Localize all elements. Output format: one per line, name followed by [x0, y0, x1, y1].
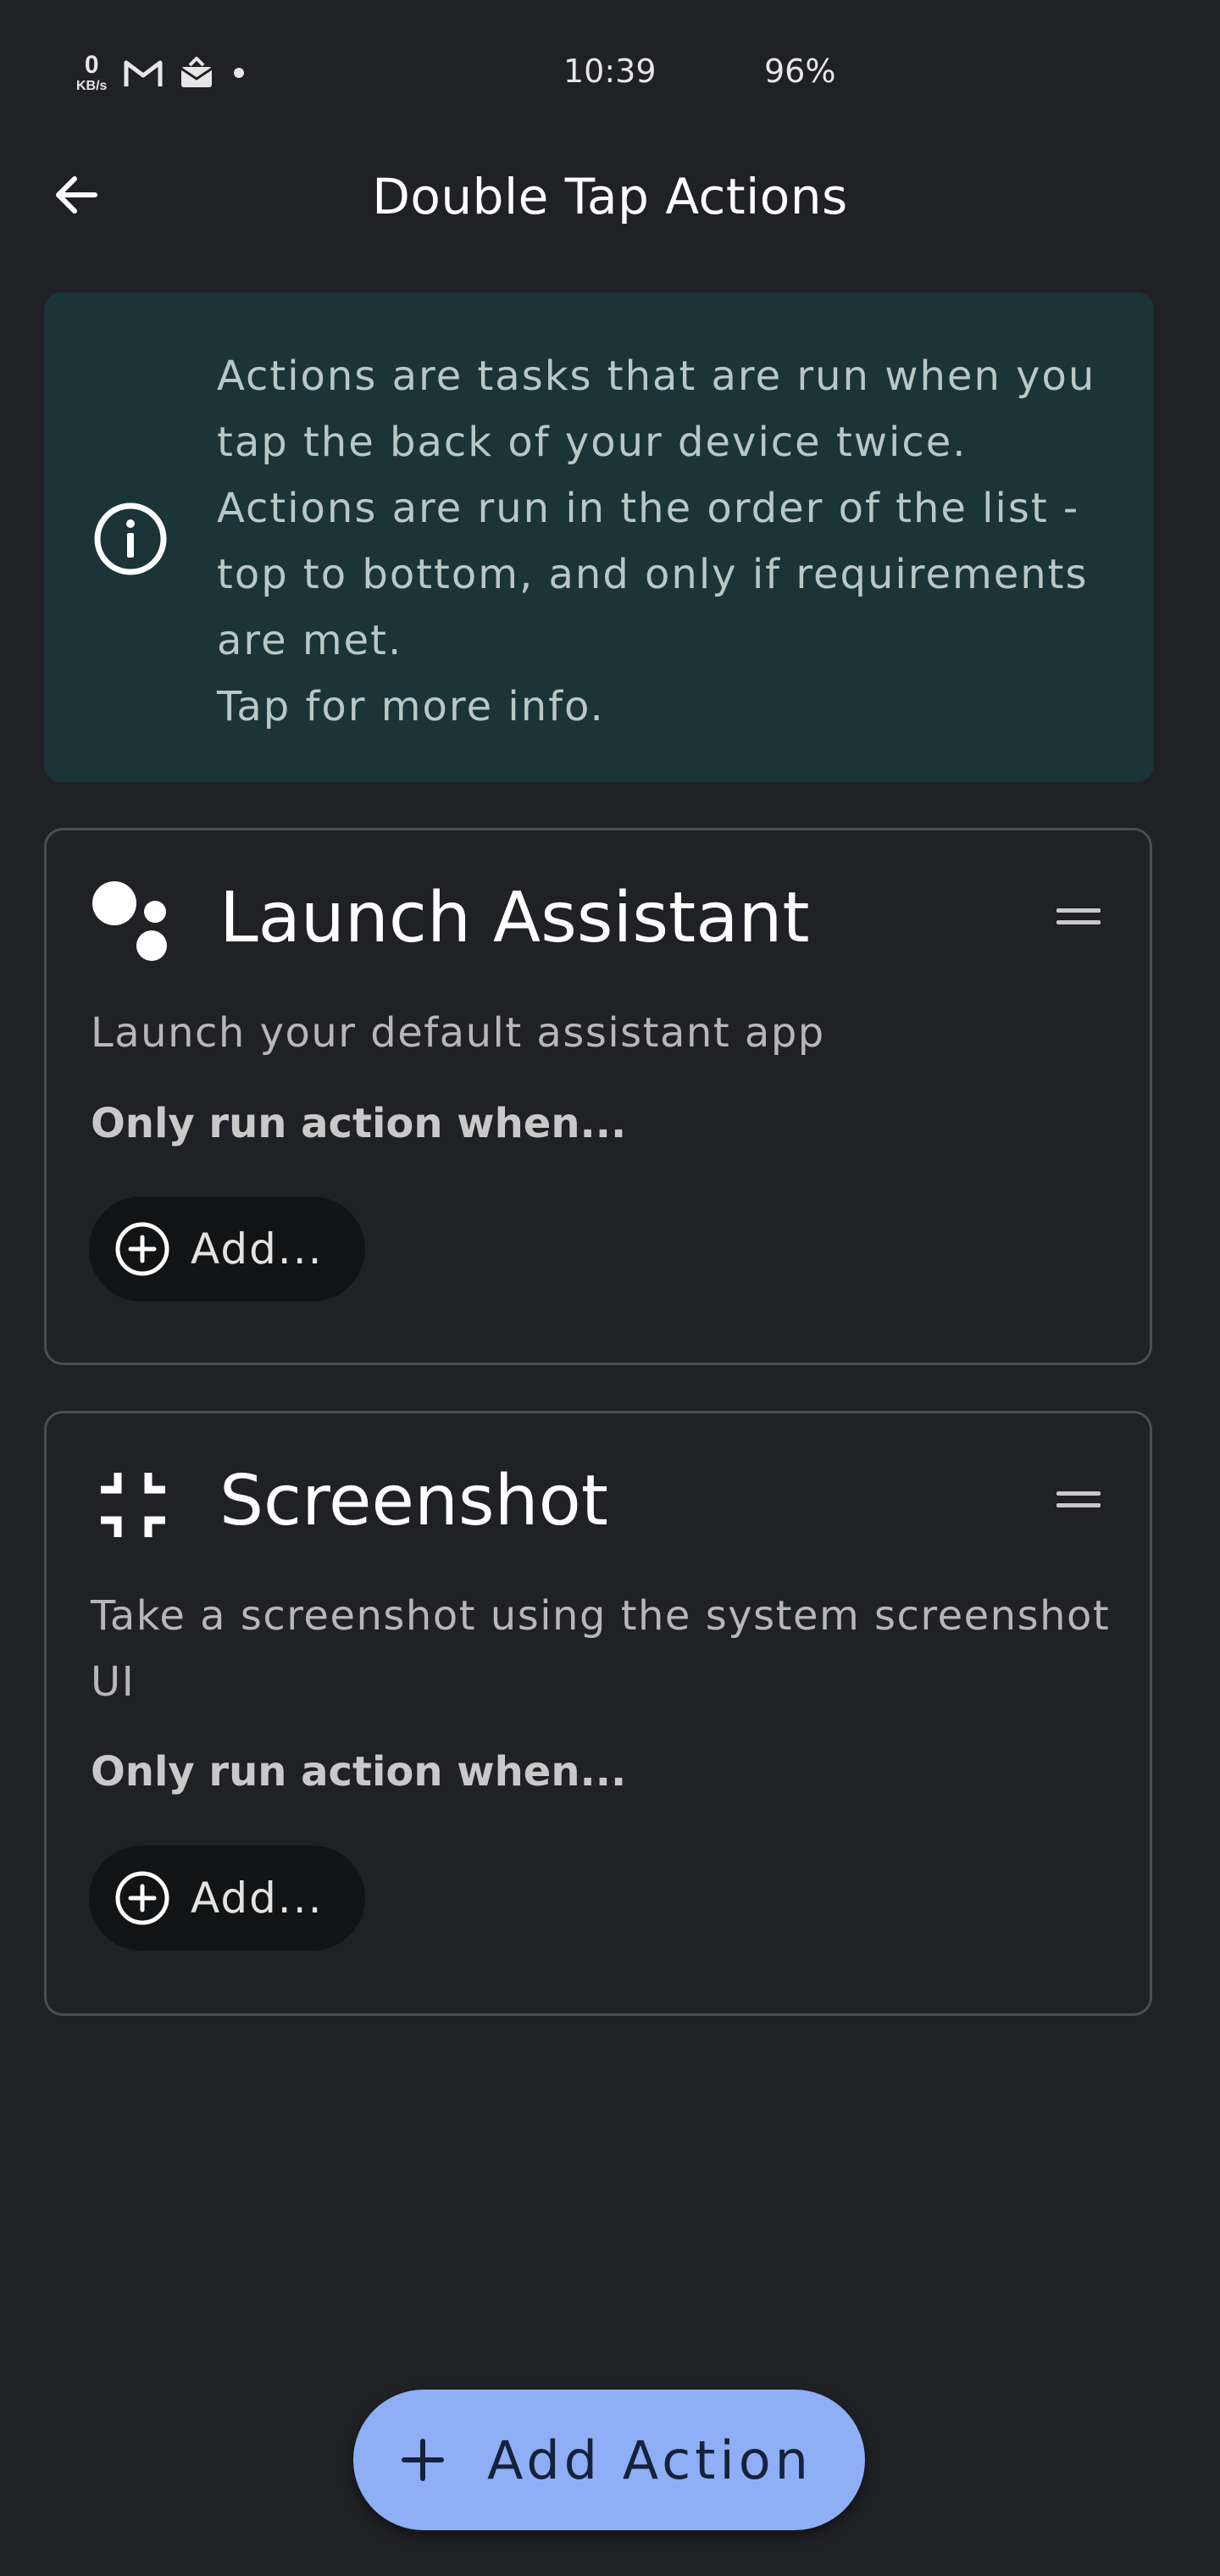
network-speed-value: 0 [84, 51, 99, 79]
action-description: Take a screenshot using the system scree… [91, 1592, 1111, 1706]
add-action-button[interactable]: Add Action [353, 2390, 865, 2530]
top-app-bar: Double Tap Actions [0, 144, 1220, 254]
drag-handle-icon[interactable] [1055, 1483, 1102, 1517]
info-line: are met. [217, 617, 403, 664]
gmail-icon [124, 58, 163, 88]
add-circle-icon [115, 1222, 169, 1276]
plus-icon [402, 2439, 444, 2481]
network-speed: 0 KB/s [76, 53, 107, 93]
info-line: Actions are run in the order of the list… [217, 485, 1080, 532]
add-requirement-button[interactable]: Add... [89, 1846, 365, 1951]
status-left: 0 KB/s [76, 49, 247, 97]
network-speed-unit: KB/s [76, 79, 108, 93]
dot-icon [230, 64, 247, 81]
info-icon [94, 502, 167, 575]
requirement-label: Only run action when... [91, 1748, 627, 1796]
action-description: Launch your default assistant app [91, 1009, 825, 1057]
add-circle-icon [115, 1871, 169, 1925]
action-card-screenshot[interactable]: Screenshot Take a screenshot using the s… [44, 1411, 1152, 2016]
add-requirement-button[interactable]: Add... [89, 1196, 365, 1302]
add-requirement-label: Add... [191, 1224, 324, 1274]
add-requirement-label: Add... [191, 1874, 324, 1923]
battery-level: 96% [764, 53, 836, 90]
drag-handle-icon[interactable] [1055, 900, 1102, 934]
status-time: 10:39 [563, 53, 657, 90]
mail-icon [180, 57, 214, 89]
action-title: Screenshot [219, 1461, 608, 1541]
requirement-label: Only run action when... [91, 1100, 627, 1147]
action-title: Launch Assistant [219, 878, 810, 958]
info-line: Tap for more info. [217, 683, 605, 730]
status-bar: 0 KB/s 10:39 96% [0, 0, 1220, 144]
add-action-label: Add Action [487, 2429, 812, 2491]
action-card-launch-assistant[interactable]: Launch Assistant Launch your default ass… [44, 828, 1152, 1365]
screenshot-icon [101, 1473, 165, 1537]
info-banner[interactable]: Actions are tasks that are run when you … [44, 292, 1154, 782]
assistant-icon [92, 881, 167, 961]
info-text: Actions are tasks that are run when you … [217, 343, 1132, 740]
info-line: top to bottom, and only if requirements [217, 551, 1089, 598]
info-line: Actions are tasks that are run when you [217, 353, 1096, 400]
info-line: tap the back of your device twice. [217, 419, 968, 466]
page-title: Double Tap Actions [372, 168, 848, 225]
